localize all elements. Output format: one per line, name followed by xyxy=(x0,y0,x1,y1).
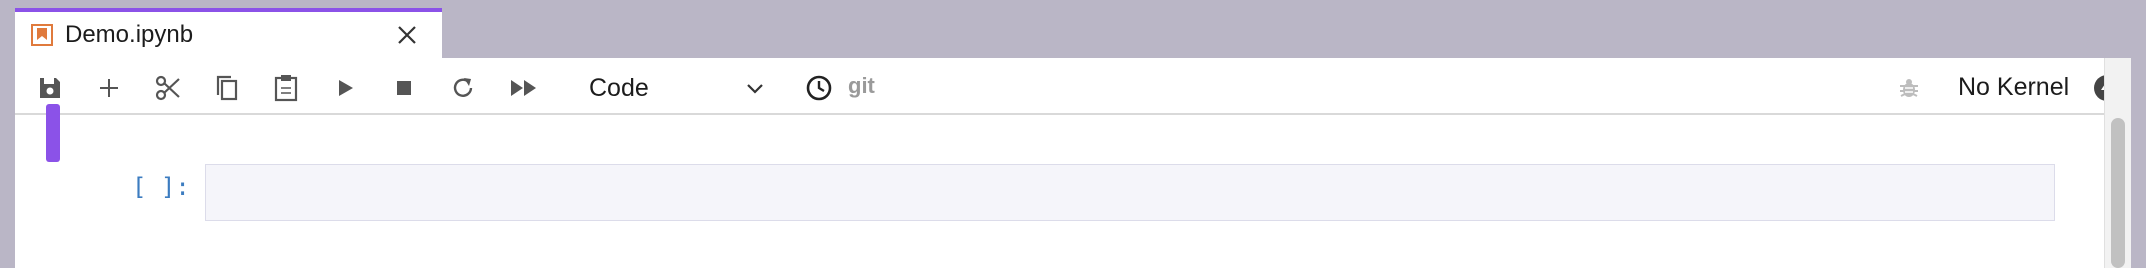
vertical-scrollbar[interactable] xyxy=(2104,58,2131,268)
scissors-icon xyxy=(154,74,182,102)
git-button[interactable]: git xyxy=(848,73,875,99)
insert-cell-button[interactable] xyxy=(91,70,127,106)
notebook-toolbar: Code git No Kernel xyxy=(15,58,2131,115)
bug-icon xyxy=(1897,76,1921,100)
debugger-button[interactable] xyxy=(1891,70,1927,106)
chevron-down-icon xyxy=(745,78,765,103)
restart-run-all-button[interactable] xyxy=(506,70,542,106)
copy-button[interactable] xyxy=(209,70,245,106)
fast-forward-icon xyxy=(509,77,539,99)
restart-icon xyxy=(450,75,476,101)
kernel-name[interactable]: No Kernel xyxy=(1958,73,2069,102)
notebook-icon xyxy=(31,24,53,46)
cell-type-value: Code xyxy=(589,73,649,102)
cell-prompt: [ ]: xyxy=(132,173,190,201)
interrupt-button[interactable] xyxy=(386,70,422,106)
code-cell-editor[interactable] xyxy=(205,164,2055,221)
history-button[interactable] xyxy=(801,70,837,106)
scrollbar-thumb[interactable] xyxy=(2111,118,2125,268)
run-button[interactable] xyxy=(327,70,363,106)
tab-title: Demo.ipynb xyxy=(65,21,194,48)
play-icon xyxy=(334,77,356,99)
copy-icon xyxy=(214,74,240,102)
save-button[interactable] xyxy=(32,70,68,106)
cell-type-select[interactable]: Code xyxy=(583,69,773,107)
cell-collapser[interactable] xyxy=(46,104,60,162)
stop-icon xyxy=(394,78,414,98)
paste-button[interactable] xyxy=(268,70,304,106)
restart-button[interactable] xyxy=(445,70,481,106)
notebook-tab[interactable]: Demo.ipynb xyxy=(15,8,442,58)
clock-icon xyxy=(805,74,833,102)
clipboard-icon xyxy=(273,74,299,102)
tab-bar: Demo.ipynb xyxy=(0,0,2146,58)
save-icon xyxy=(37,75,63,101)
notebook-panel: Code git No Kernel xyxy=(15,58,2131,268)
cut-button[interactable] xyxy=(150,70,186,106)
plus-icon xyxy=(97,76,121,100)
close-icon[interactable] xyxy=(395,23,419,47)
